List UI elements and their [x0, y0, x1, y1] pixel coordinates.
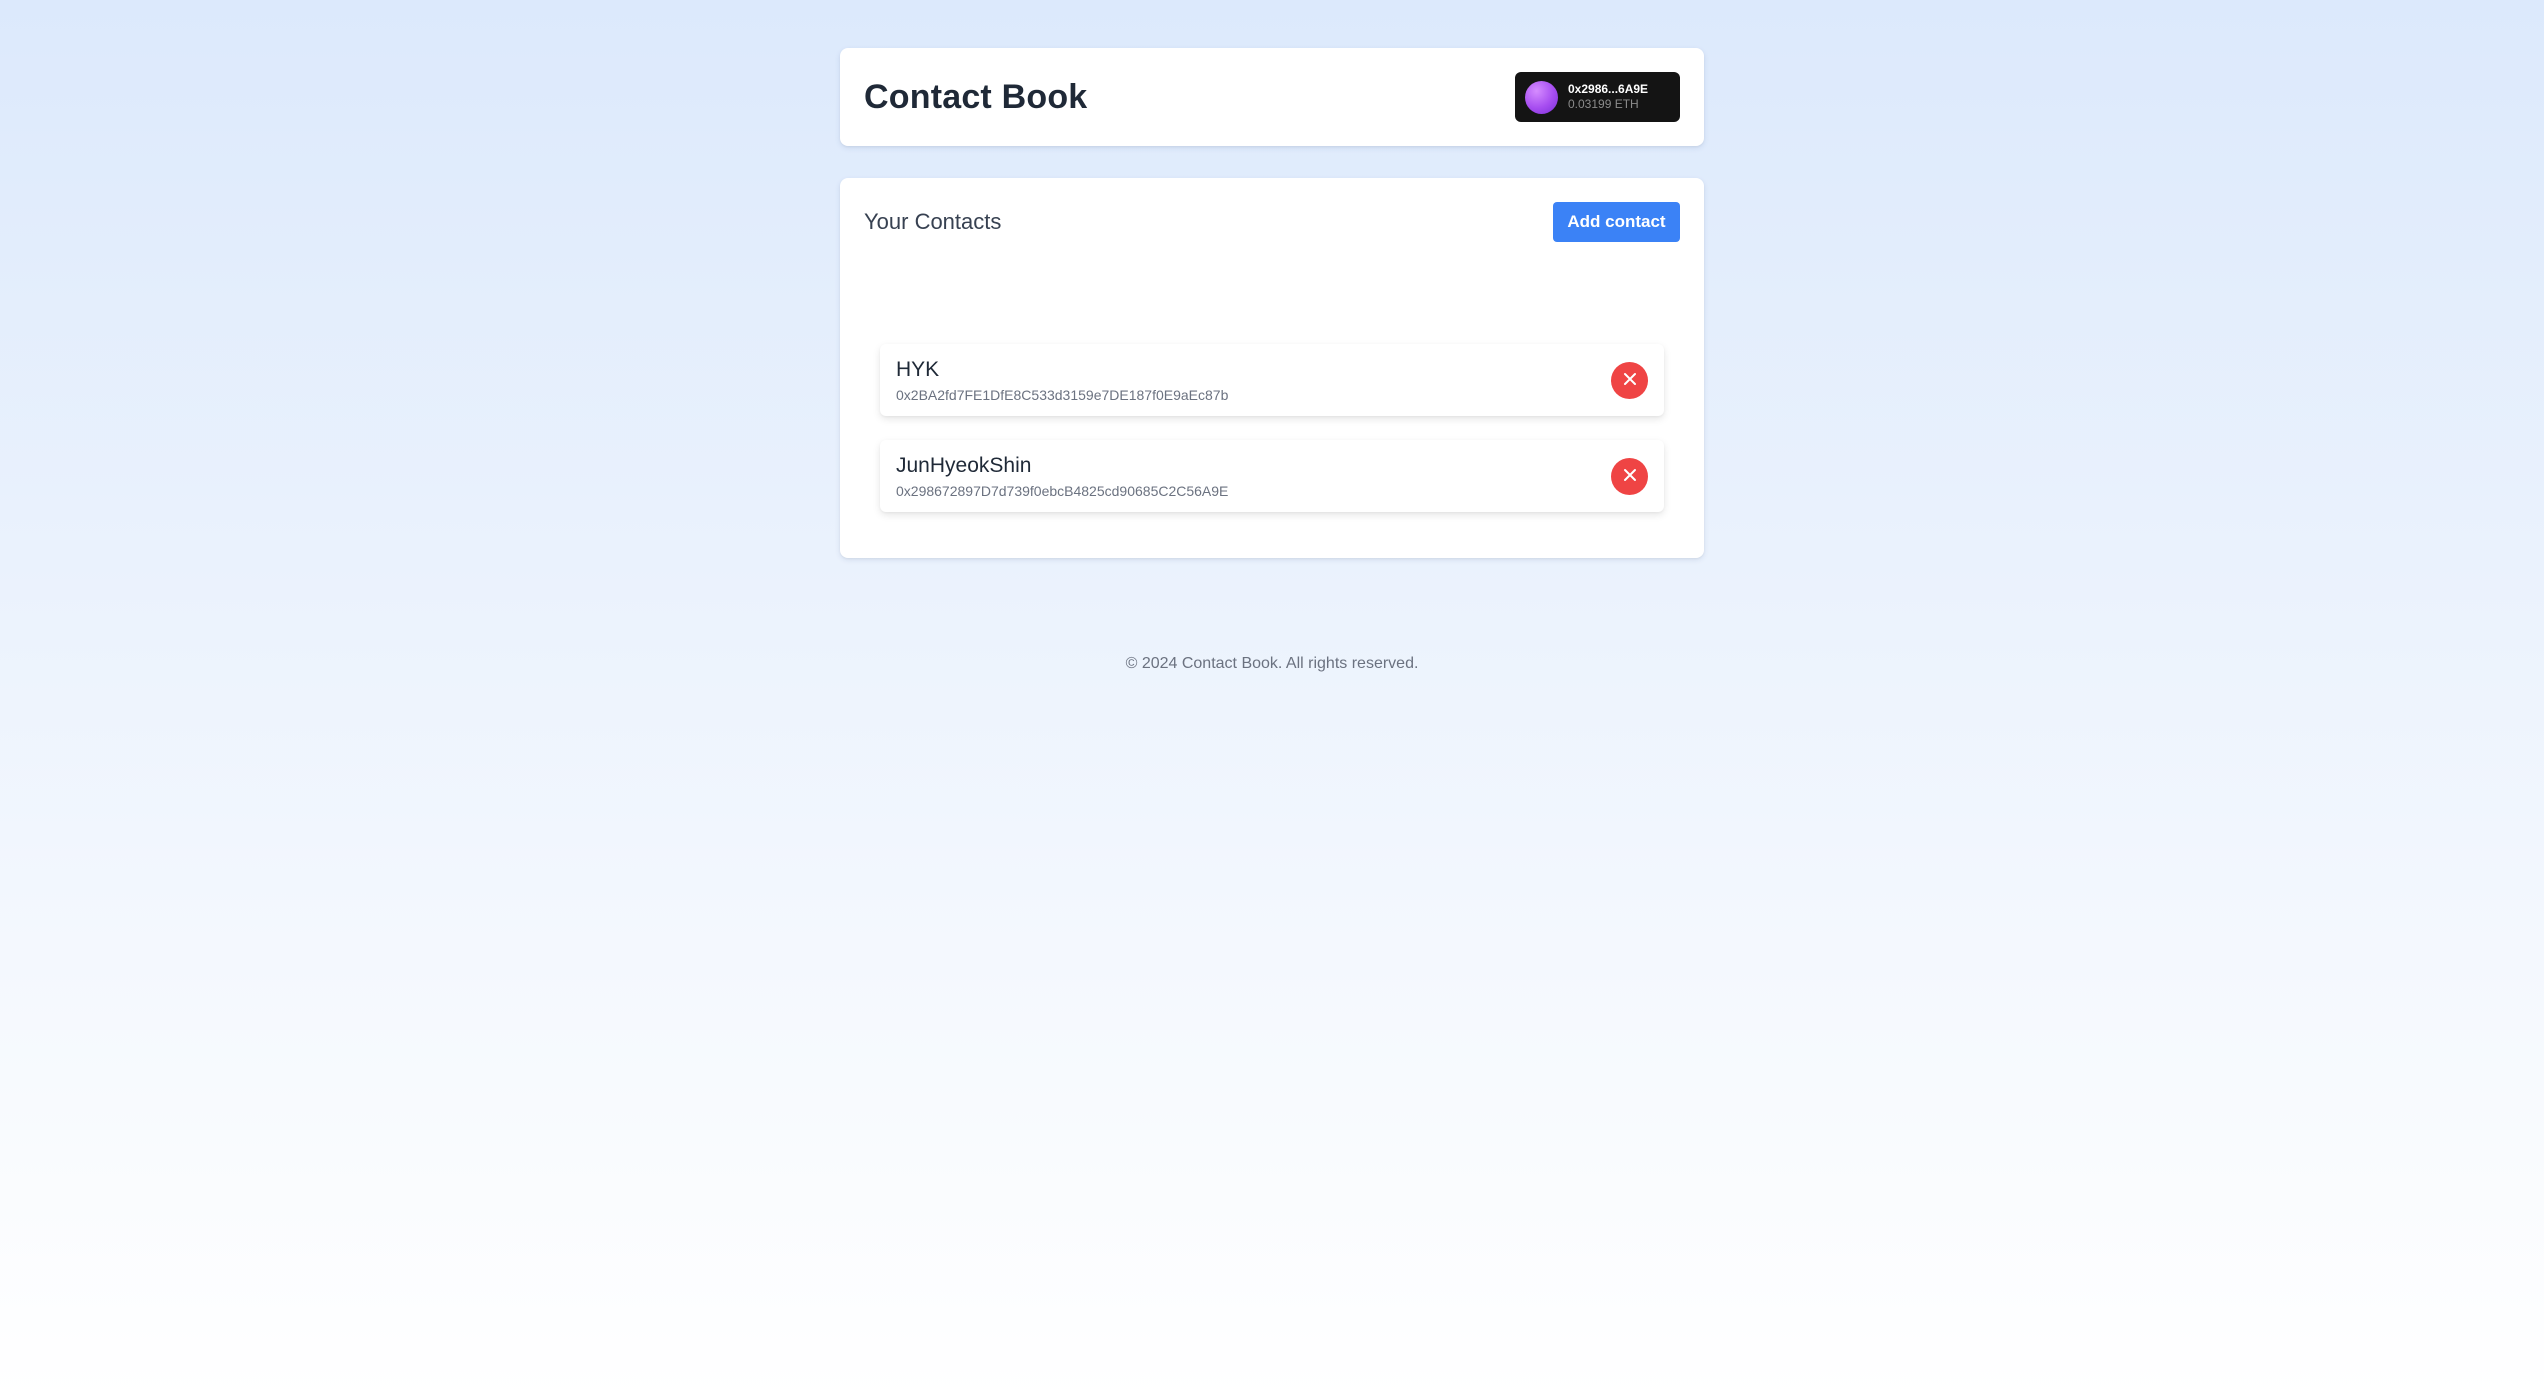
contact-address: 0x298672897D7d739f0ebcB4825cd90685C2C56A… [896, 482, 1229, 499]
contact-name: HYK [896, 358, 940, 382]
list-item: JunHyeokShin 0x298672897D7d739f0ebcB4825… [880, 440, 1664, 512]
close-icon [1623, 468, 1637, 485]
wallet-button[interactable]: 0x2986...6A9E 0.03199 ETH [1515, 72, 1680, 122]
app-container: Contact Book 0x2986...6A9E 0.03199 ETH Y… [840, 48, 1704, 672]
wallet-details: 0x2986...6A9E 0.03199 ETH [1568, 82, 1648, 112]
contacts-panel: Your Contacts Add contact HYK 0x2BA2fd7F… [840, 178, 1704, 558]
contact-info: JunHyeokShin 0x298672897D7d739f0ebcB4825… [896, 453, 1228, 498]
app-header: Contact Book 0x2986...6A9E 0.03199 ETH [840, 48, 1704, 146]
wallet-address: 0x2986...6A9E [1568, 82, 1649, 96]
contacts-header: Your Contacts Add contact [864, 202, 1680, 242]
list-item: HYK 0x2BA2fd7FE1DfE8C533d3159e7DE187f0E9… [880, 344, 1664, 416]
avatar [1525, 80, 1558, 114]
page-title: Contact Book [864, 77, 1088, 116]
contact-name: JunHyeokShin [896, 454, 1032, 478]
remove-contact-button[interactable] [1611, 457, 1648, 495]
close-icon [1623, 372, 1637, 389]
remove-contact-button[interactable] [1611, 361, 1648, 399]
section-title: Your Contacts [864, 209, 1002, 234]
contact-list: HYK 0x2BA2fd7FE1DfE8C533d3159e7DE187f0E9… [880, 344, 1664, 536]
footer-text: © 2024 Contact Book. All rights reserved… [1125, 655, 1419, 672]
wallet-balance: 0.03199 ETH [1568, 97, 1639, 111]
contact-address: 0x2BA2fd7FE1DfE8C533d3159e7DE187f0E9aEc8… [896, 386, 1229, 403]
contact-info: HYK 0x2BA2fd7FE1DfE8C533d3159e7DE187f0E9… [896, 357, 1228, 402]
add-contact-button[interactable]: Add contact [1553, 202, 1680, 242]
